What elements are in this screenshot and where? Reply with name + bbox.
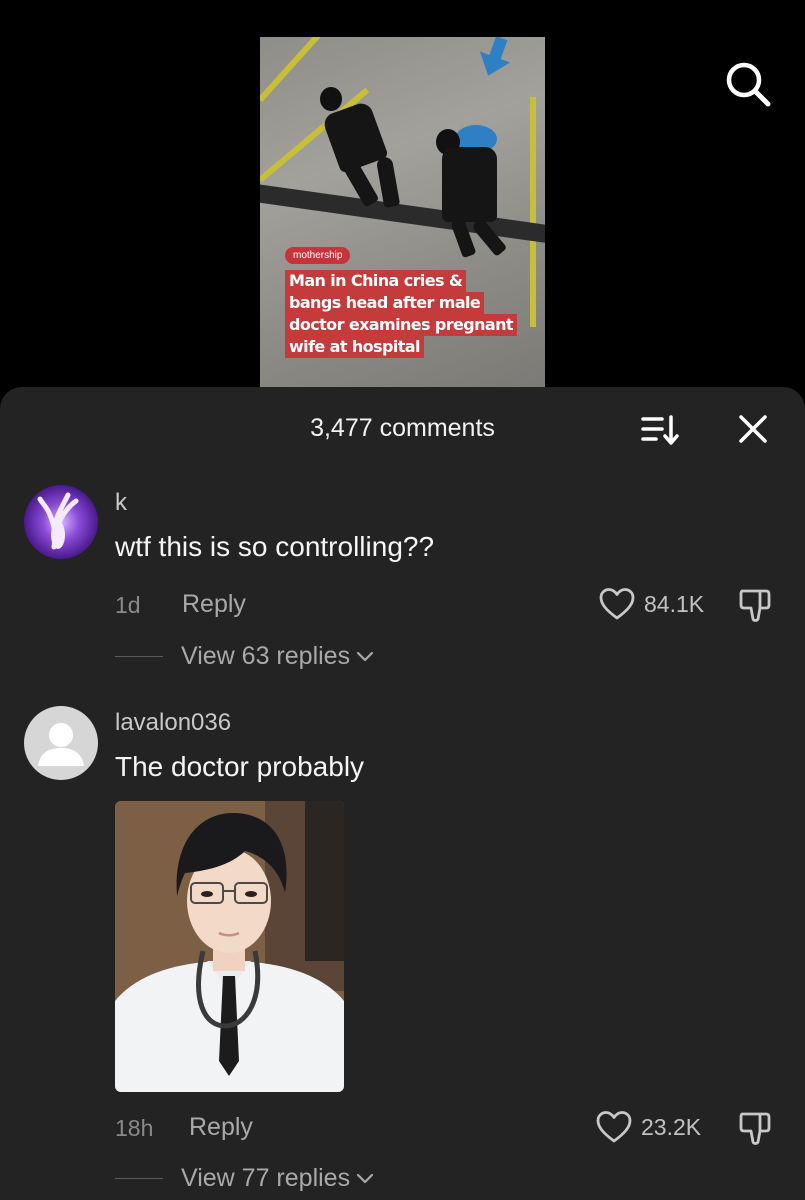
comment-image[interactable]	[115, 801, 344, 1092]
divider-line	[115, 1178, 163, 1179]
heart-icon	[599, 588, 635, 620]
comments-header: 3,477 comments	[0, 387, 805, 471]
avatar[interactable]	[24, 706, 98, 780]
default-avatar-icon	[38, 723, 84, 766]
doctor-illustration	[115, 801, 344, 1092]
video-headline: mothership Man in China cries & bangs he…	[285, 245, 535, 358]
like-button[interactable]: 23.2K	[595, 1110, 701, 1144]
headline-line: bangs head after male	[285, 292, 485, 314]
like-button[interactable]: 84.1K	[598, 587, 704, 621]
avatar[interactable]	[24, 485, 98, 559]
comments-sheet: 3,477 comments k wtf this is so controll…	[0, 387, 805, 1200]
close-button[interactable]	[733, 409, 773, 449]
reply-button[interactable]: Reply	[189, 1113, 253, 1142]
brand-tag: mothership	[285, 247, 351, 264]
comment-username[interactable]: k	[115, 489, 127, 517]
avatar-figure-icon	[37, 492, 79, 550]
search-button[interactable]	[722, 58, 774, 110]
floor-arrow-icon	[479, 37, 511, 76]
view-replies-button[interactable]: View 63 replies	[115, 642, 374, 671]
comment-text: wtf this is so controlling??	[115, 531, 435, 562]
thumbs-down-icon	[739, 589, 771, 622]
reply-button[interactable]: Reply	[182, 590, 246, 619]
like-count: 23.2K	[641, 1113, 702, 1140]
headline-line: wife at hospital	[285, 336, 424, 358]
view-replies-label: View 63 replies	[181, 642, 351, 670]
comment-text: The doctor probably	[115, 751, 365, 782]
video-area: mothership Man in China cries & bangs he…	[0, 0, 805, 400]
chevron-down-icon	[356, 651, 374, 661]
person-head	[320, 87, 342, 111]
headline-line: doctor examines pregnant	[285, 314, 517, 336]
video-thumbnail[interactable]: mothership Man in China cries & bangs he…	[260, 37, 545, 388]
sort-icon	[641, 415, 679, 445]
view-replies-label: View 77 replies	[181, 1164, 351, 1192]
person-body	[442, 147, 497, 222]
comment-username[interactable]: lavalon036	[115, 709, 231, 737]
chevron-down-icon	[356, 1173, 374, 1183]
heart-icon	[596, 1111, 632, 1143]
search-icon	[726, 62, 771, 107]
comment-time: 18h	[115, 1115, 154, 1141]
floor-stripe	[260, 37, 370, 103]
dislike-button[interactable]	[736, 585, 776, 625]
divider-line	[115, 656, 163, 657]
view-replies-button[interactable]: View 77 replies	[115, 1164, 374, 1193]
thumbs-down-icon	[739, 1112, 771, 1145]
sort-button[interactable]	[640, 411, 682, 449]
floor-band	[260, 182, 545, 246]
person-leg	[375, 155, 401, 209]
headline-line: Man in China cries &	[285, 270, 467, 292]
dislike-button[interactable]	[736, 1108, 776, 1148]
close-icon	[739, 415, 767, 443]
comments-count: 3,477 comments	[310, 414, 495, 442]
like-count: 84.1K	[644, 590, 705, 617]
comment-time: 1d	[115, 592, 141, 618]
